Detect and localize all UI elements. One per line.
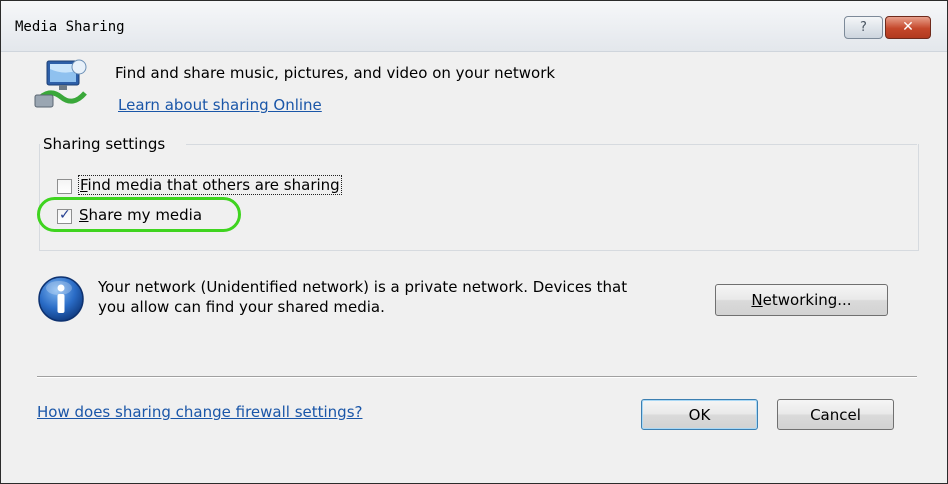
title-bar[interactable]: Media Sharing ? ✕ (1, 1, 947, 52)
learn-sharing-link[interactable]: Learn about sharing Online (118, 96, 322, 114)
sharing-settings-label: Sharing settings (41, 135, 171, 153)
ok-button[interactable]: OK (641, 399, 758, 430)
close-icon: ✕ (902, 19, 914, 35)
media-sharing-dialog: Media Sharing ? ✕ Find and share music, … (0, 0, 948, 484)
group-top-border (186, 144, 917, 145)
header-description: Find and share music, pictures, and vide… (115, 64, 556, 82)
footer-separator (37, 376, 917, 378)
find-media-checkbox[interactable] (57, 179, 72, 194)
cancel-button[interactable]: Cancel (777, 399, 894, 430)
info-icon (38, 276, 84, 322)
network-info-text: Your network (Unidentified network) is a… (98, 277, 678, 317)
highlight-annotation (37, 197, 241, 232)
find-media-text: ind media that others are sharing (87, 176, 340, 194)
networking-button[interactable]: Networking... (715, 284, 888, 316)
help-icon: ? (860, 20, 867, 35)
help-button[interactable]: ? (844, 16, 883, 39)
networking-accel: N (751, 291, 763, 309)
media-sharing-icon (34, 59, 87, 108)
firewall-help-link[interactable]: How does sharing change firewall setting… (37, 403, 362, 421)
find-media-accel: F (80, 176, 88, 194)
find-media-label[interactable]: Find media that others are sharing (78, 175, 342, 195)
network-info-line1: Your network (Unidentified network) is a… (98, 278, 628, 296)
find-media-focus: Find media that others are sharing (78, 175, 342, 195)
close-button[interactable]: ✕ (885, 16, 931, 39)
networking-text: etworking... (762, 291, 852, 309)
network-info-line2: you allow can find your shared media. (98, 298, 385, 316)
window-title: Media Sharing (15, 19, 125, 35)
